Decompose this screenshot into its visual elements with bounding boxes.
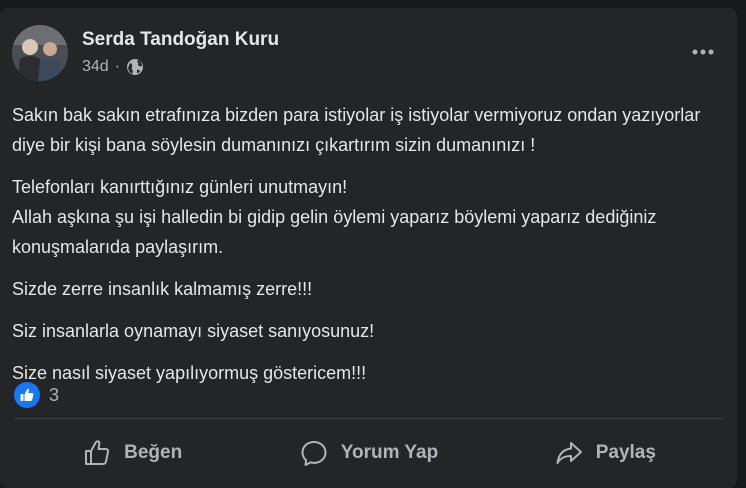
post-time[interactable]: 34d xyxy=(82,58,109,76)
reaction-count: 3 xyxy=(49,384,60,405)
share-label: Paylaş xyxy=(595,442,656,463)
reactions-summary[interactable]: 3 xyxy=(14,382,59,408)
comment-label: Yorum Yap xyxy=(340,442,439,463)
comment-icon xyxy=(301,441,327,466)
post-card: Serda Tandoğan Kuru 34d · Sakın bak sakı xyxy=(0,8,737,488)
like-reaction-icon xyxy=(14,382,40,408)
meta-separator: · xyxy=(114,58,121,75)
author-name[interactable]: Serda Tandoğan Kuru xyxy=(82,29,279,51)
post-paragraph: Sizde zerre insanlık kalmamış zerre!!! xyxy=(12,279,313,299)
comment-button[interactable]: Yorum Yap xyxy=(250,426,486,480)
post-text: Sakın bak sakın etrafınıza bizden para i… xyxy=(12,100,727,388)
post-header: Serda Tandoğan Kuru 34d · xyxy=(12,25,732,87)
like-button[interactable]: Beğen xyxy=(14,426,250,480)
actions-divider xyxy=(14,418,723,419)
share-button[interactable]: Paylaş xyxy=(487,426,723,480)
post-paragraph: Siz insanlarla oynamayı siyaset sanıyosu… xyxy=(12,321,375,341)
like-icon xyxy=(85,440,110,465)
post-paragraph: Sakın bak sakın etrafınıza bizden para i… xyxy=(12,105,701,155)
like-label: Beğen xyxy=(124,442,183,463)
post-paragraph: Size nasıl siyaset yapılıyormuş gösteric… xyxy=(12,363,367,383)
avatar-photo xyxy=(12,25,68,81)
avatar[interactable] xyxy=(12,25,68,81)
post-actions: Beğen Yorum Yap Paylaş xyxy=(14,426,723,480)
share-icon xyxy=(556,442,582,464)
post-paragraph: Telefonları kanırttığınız günleri unutma… xyxy=(12,177,657,257)
post-meta: 34d · xyxy=(82,58,144,76)
globe-icon[interactable] xyxy=(126,58,144,76)
more-options-icon[interactable] xyxy=(688,37,718,67)
